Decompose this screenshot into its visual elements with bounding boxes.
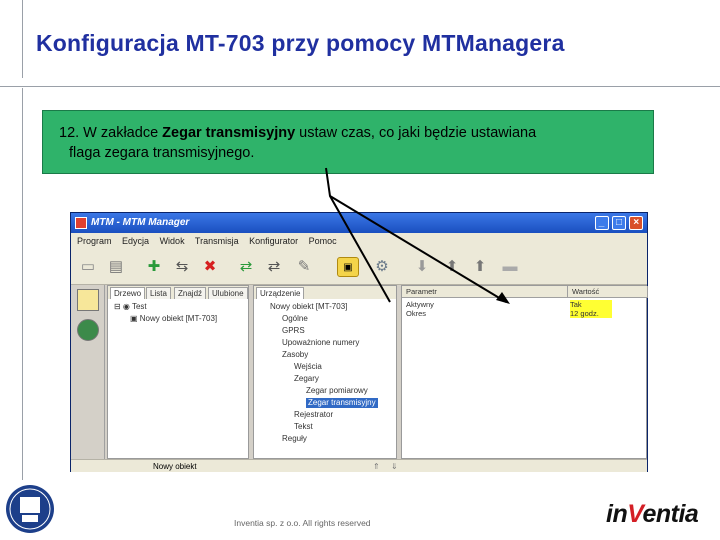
- disconnect-icon[interactable]: ⇆: [171, 257, 193, 277]
- tab-ulubione[interactable]: Ulubione: [208, 287, 248, 299]
- app-window: MTM - MTM Manager _ □ × Program Edycja W…: [70, 212, 648, 472]
- device-tree-item[interactable]: Zasoby: [282, 350, 308, 360]
- tab-urzadzenie[interactable]: Urządzenie: [256, 287, 305, 299]
- frame-line-horizontal: [0, 86, 720, 87]
- callout-line1-start: 12. W zakładce: [59, 125, 163, 141]
- sidebar: [71, 285, 105, 459]
- parameter-pane: Parametr Wartość Aktywny Tak Okres 12 go…: [401, 285, 648, 459]
- logo-accent: V: [627, 500, 643, 528]
- device-tree-item[interactable]: Reguły: [282, 434, 307, 444]
- certification-logo: [4, 483, 56, 535]
- close-button[interactable]: ×: [629, 216, 643, 230]
- tree-node-object-label: Nowy obiekt [MT-703]: [139, 314, 218, 323]
- arrow-down-icon[interactable]: ⬇: [411, 257, 433, 277]
- read-icon[interactable]: ⇄: [235, 257, 257, 277]
- instruction-callout: 12. W zakładce Zegar transmisyjny ustaw …: [42, 110, 654, 174]
- copyright-footer: Inventia sp. z o.o. All rights reserved: [234, 518, 371, 528]
- tab-znajdz[interactable]: Znajdź: [174, 287, 207, 299]
- left-tabs: Drzewo Lista Znajdź Ulubione: [108, 286, 248, 299]
- company-logo: inVentia: [606, 500, 699, 529]
- app-title: MTM - MTM Manager: [91, 217, 190, 228]
- mid-tabs: Urządzenie: [254, 286, 396, 299]
- slide-title: Konfiguracja MT-703 przy pomocy MTManage…: [36, 30, 565, 56]
- object-tree-pane: Drzewo Lista Znajdź Ulubione ⊟ ◉ Test ▣ …: [107, 285, 249, 459]
- new-icon[interactable]: ▭: [77, 257, 99, 277]
- status-up-icon: ⇑: [373, 462, 380, 471]
- status-bar: Nowy obiekt ⇑ ⇓: [71, 459, 647, 472]
- menu-edycja[interactable]: Edycja: [122, 236, 149, 246]
- connect-icon[interactable]: ✚: [143, 257, 165, 277]
- tab-lista[interactable]: Lista: [146, 287, 171, 299]
- callout-line2: flaga zegara transmisyjnego.: [69, 145, 255, 161]
- device-tree-item[interactable]: Zegar pomiarowy: [306, 386, 368, 396]
- toolbar: ▭ ▤ ✚ ⇆ ✖ ⇄ ⇄ ✎ ▣ ⚙ ⬇ ⬆ ⬆ ▬: [71, 249, 647, 285]
- device-tree-item[interactable]: Wejścia: [294, 362, 322, 372]
- settings-icon[interactable]: ⚙: [371, 257, 393, 277]
- column-header-wartosc[interactable]: Wartość: [568, 286, 648, 298]
- logo-prefix: in: [606, 500, 628, 528]
- frame-line-vertical: [22, 0, 23, 78]
- device-tree-item[interactable]: GPRS: [282, 326, 305, 336]
- tools-icon[interactable]: ✎: [293, 257, 315, 277]
- status-text: Nowy obiekt: [153, 462, 197, 471]
- list-view-icon[interactable]: [77, 289, 99, 311]
- menu-bar: Program Edycja Widok Transmisja Konfigur…: [71, 233, 647, 249]
- arrow-up-icon[interactable]: ⬆: [441, 257, 463, 277]
- column-header-parametr[interactable]: Parametr: [402, 286, 568, 298]
- callout-line1-end: ustaw czas, co jaki będzie ustawiana: [295, 125, 537, 141]
- tree-node-test[interactable]: ⊟ ◉ Test: [114, 302, 147, 312]
- menu-program[interactable]: Program: [77, 236, 112, 246]
- save-icon[interactable]: ▣: [337, 257, 359, 277]
- menu-pomoc[interactable]: Pomoc: [309, 236, 337, 246]
- param-name: Aktywny: [406, 300, 434, 309]
- document-icon[interactable]: ▤: [105, 257, 127, 277]
- network-view-icon[interactable]: [77, 319, 99, 341]
- write-icon[interactable]: ⇄: [263, 257, 285, 277]
- arrow-up-icon-2[interactable]: ⬆: [469, 257, 491, 277]
- flag-icon[interactable]: ▬: [499, 257, 521, 277]
- menu-widok[interactable]: Widok: [160, 236, 185, 246]
- menu-konfigurator[interactable]: Konfigurator: [249, 236, 298, 246]
- device-tree-item[interactable]: Upoważnione numery: [282, 338, 359, 348]
- param-value[interactable]: 12 godz.: [570, 309, 612, 318]
- device-tree-item[interactable]: Ogólne: [282, 314, 308, 324]
- device-tree-item[interactable]: Tekst: [294, 422, 313, 432]
- app-icon: [75, 217, 87, 229]
- delete-icon[interactable]: ✖: [199, 257, 221, 277]
- device-tree-pane: Urządzenie Nowy obiekt [MT-703] Ogólne G…: [253, 285, 397, 459]
- device-tree-item[interactable]: Rejestrator: [294, 410, 333, 420]
- param-value[interactable]: Tak: [570, 300, 612, 309]
- param-name: Okres: [406, 309, 427, 318]
- minimize-button[interactable]: _: [595, 216, 609, 230]
- device-tree-item-selected[interactable]: Zegar transmisyjny: [306, 398, 378, 408]
- tree-node-test-label: Test: [131, 302, 147, 311]
- device-tree-item[interactable]: Nowy obiekt [MT-703]: [270, 302, 347, 312]
- app-titlebar: MTM - MTM Manager _ □ ×: [71, 213, 647, 233]
- maximize-button[interactable]: □: [612, 216, 626, 230]
- frame-line-vertical-lower: [22, 88, 23, 480]
- device-tree-item[interactable]: Zegary: [294, 374, 319, 384]
- menu-transmisja[interactable]: Transmisja: [195, 236, 239, 246]
- logo-suffix: entia: [642, 500, 699, 528]
- callout-line1-bold: Zegar transmisyjny: [162, 125, 296, 141]
- tree-node-object[interactable]: ▣ Nowy obiekt [MT-703]: [130, 314, 217, 324]
- status-down-icon: ⇓: [391, 462, 398, 471]
- tab-drzewo[interactable]: Drzewo: [110, 287, 146, 299]
